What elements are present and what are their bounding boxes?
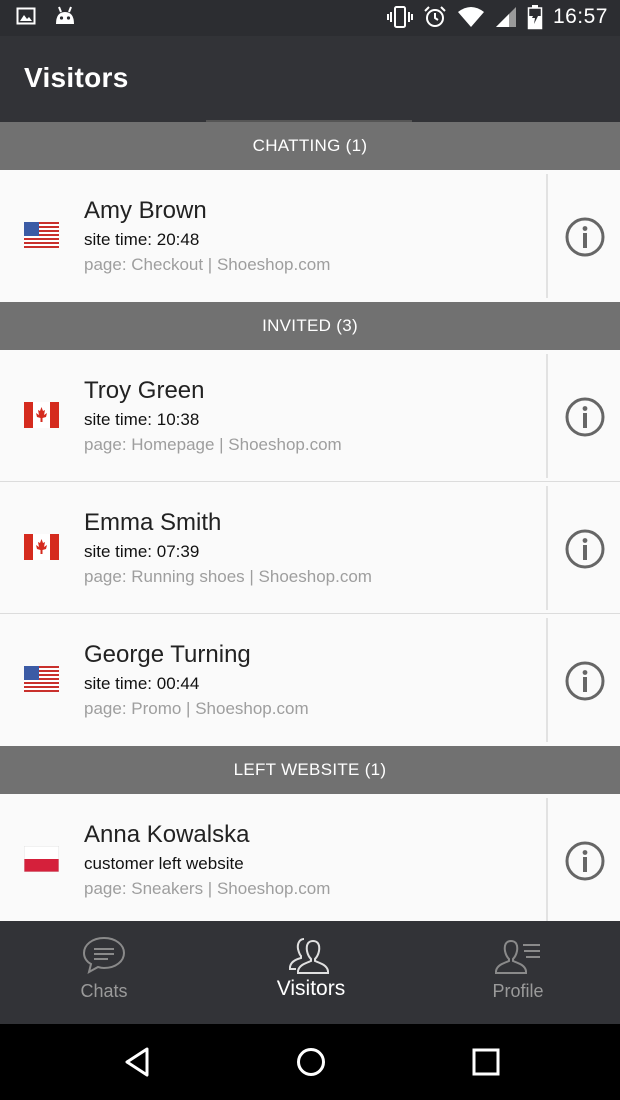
visitor-row[interactable]: George Turning site time: 00:44 page: Pr… [0,614,620,746]
recents-icon[interactable] [468,1044,504,1080]
info-icon[interactable] [564,396,606,438]
chat-bubble-icon [82,936,126,974]
visitor-page: page: Sneakers | Shoeshop.com [84,879,331,898]
signal-icon [495,7,516,27]
visitors-list: CHATTING (1) Amy Brown site time: 20:48 … [0,122,620,926]
nav-chats-label: Chats [80,981,128,1001]
info-icon[interactable] [564,660,606,702]
nav-visitors-tab[interactable]: Visitors [260,921,362,1024]
visitor-site-time: site time: 00:44 [84,674,200,693]
back-icon[interactable] [120,1044,156,1080]
nav-profile-label: Profile [492,981,544,1001]
status-bar: 16:57 [0,0,620,36]
visitor-site-time: site time: 20:48 [84,230,200,249]
visitor-row[interactable]: Emma Smith site time: 07:39 page: Runnin… [0,482,620,614]
visitor-page: page: Promo | Shoeshop.com [84,699,309,718]
app-bar: Visitors [0,36,620,122]
page-title: Visitors [24,62,129,93]
visitor-name: Troy Green [84,377,205,404]
section-header-invited: INVITED (3) [0,302,620,350]
alarm-icon [424,6,446,27]
info-icon[interactable] [564,840,606,882]
profile-icon [495,939,540,974]
image-icon [16,7,36,25]
visitor-site-time: site time: 10:38 [84,410,200,429]
visitor-status: customer left website [84,854,244,873]
section-header-chatting: CHATTING (1) [0,122,620,170]
canada-flag-icon [24,534,59,560]
visitor-row[interactable]: Anna Kowalska customer left website page… [0,794,620,926]
row-divider [546,618,548,742]
visitor-name: George Turning [84,641,251,668]
wifi-icon [457,7,484,27]
visitor-page: page: Checkout | Shoeshop.com [84,255,331,274]
android-icon [56,6,74,24]
visitor-page: page: Running shoes | Shoeshop.com [84,567,372,586]
system-nav-bar [0,1024,620,1100]
row-divider [546,354,548,478]
info-icon[interactable] [564,216,606,258]
nav-profile-tab[interactable]: Profile [466,921,570,1024]
visitor-site-time: site time: 07:39 [84,542,200,561]
battery-icon [527,5,543,30]
section-header-left-website: LEFT WEBSITE (1) [0,746,620,794]
home-icon[interactable] [293,1044,329,1080]
visitor-page: page: Homepage | Shoeshop.com [84,435,342,454]
poland-flag-icon [24,846,59,872]
vibrate-icon [386,6,413,28]
visitors-icon [289,938,329,974]
visitor-row[interactable]: Amy Brown site time: 20:48 page: Checkou… [0,170,620,302]
visitor-row[interactable]: Troy Green site time: 10:38 page: Homepa… [0,350,620,482]
visitor-name: Anna Kowalska [84,821,250,848]
row-divider [546,798,548,922]
row-divider [546,174,548,298]
row-divider [546,486,548,610]
visitor-name: Emma Smith [84,509,222,536]
info-icon[interactable] [564,528,606,570]
visitor-name: Amy Brown [84,197,207,224]
us-flag-icon [24,666,59,692]
bottom-nav: Chats Visitors Profile [0,921,620,1024]
status-time: 16:57 [552,5,608,28]
canada-flag-icon [24,402,59,428]
nav-chats-tab[interactable]: Chats [54,921,154,1024]
nav-visitors-label: Visitors [276,977,346,1000]
us-flag-icon [24,222,59,248]
